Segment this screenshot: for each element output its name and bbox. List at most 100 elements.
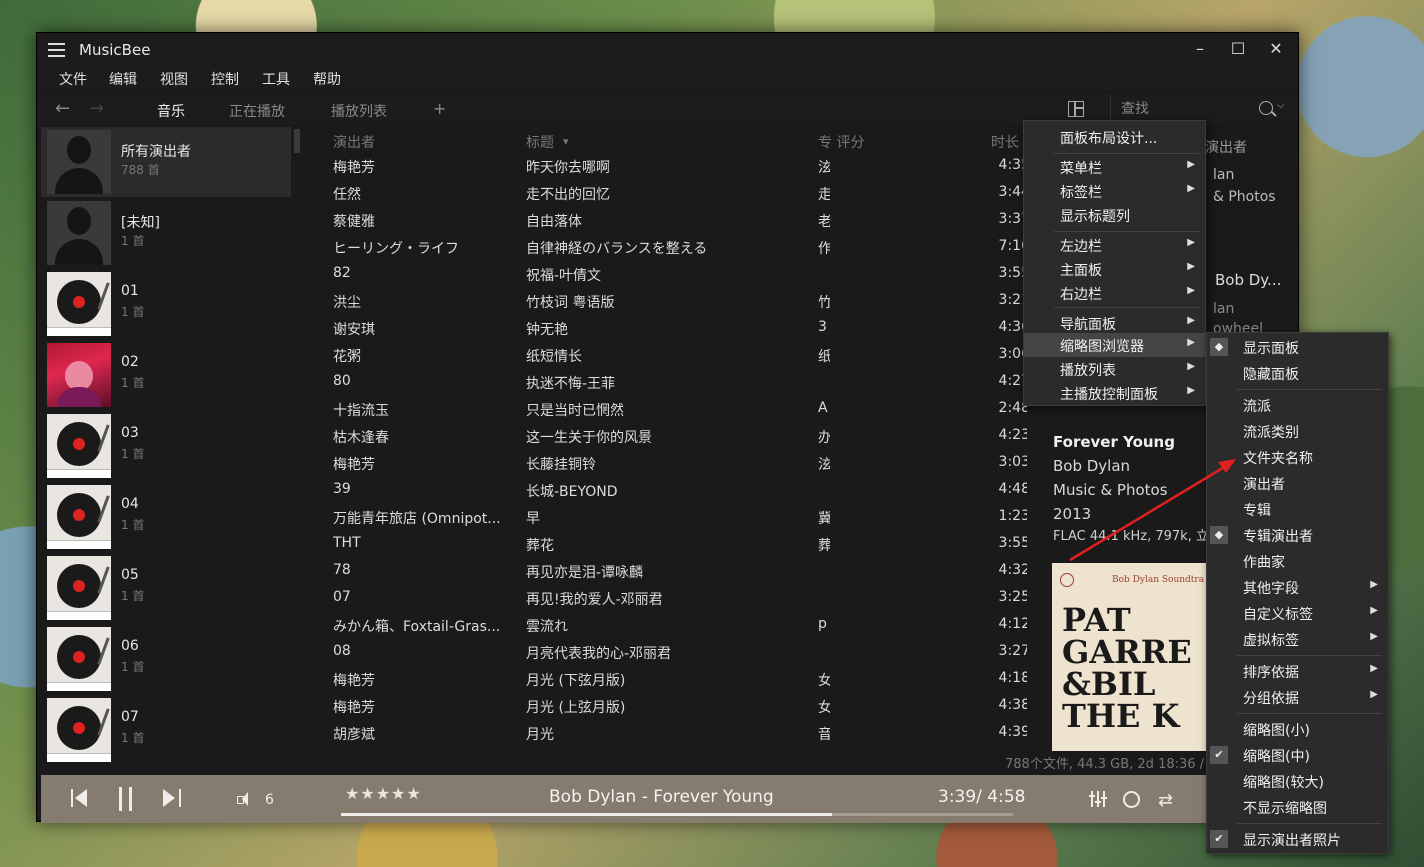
- submenu-item[interactable]: 缩略图(较大): [1207, 769, 1388, 793]
- artist-list-item[interactable]: 所有演出者 788 首: [41, 127, 291, 197]
- pause-icon[interactable]: [119, 787, 133, 811]
- submenu-item[interactable]: ✔ 缩略图(中): [1207, 743, 1388, 767]
- table-row[interactable]: 08 月亮代表我的心-邓丽君 3:27: [327, 639, 1027, 666]
- artist-list-item[interactable]: 07 1 首: [41, 695, 291, 765]
- maximize-button[interactable]: ☐: [1225, 37, 1251, 61]
- context-menu-item[interactable]: 左边栏 ▶: [1024, 233, 1205, 257]
- cell-title: 月光 (下弦月版): [526, 673, 626, 689]
- forward-arrow-icon[interactable]: →: [89, 98, 104, 119]
- table-row[interactable]: 洪尘 竹枝词 粤语版 竹 3:21: [327, 288, 1027, 315]
- table-row[interactable]: 枯木逢春 这一生关于你的风景 办 4:23: [327, 423, 1027, 450]
- artist-list-item[interactable]: 06 1 首: [41, 624, 291, 694]
- submenu-item[interactable]: 不显示缩略图: [1207, 795, 1388, 819]
- cell-artist: 洪尘: [333, 295, 361, 311]
- chevron-down-icon[interactable]: ⌵: [1277, 100, 1285, 111]
- menu-tools[interactable]: 工具: [262, 69, 290, 89]
- context-menu-item[interactable]: 缩略图浏览器 ▶: [1024, 333, 1205, 357]
- tab-music[interactable]: 音乐: [157, 101, 185, 121]
- table-row[interactable]: 任然 走不出的回忆 走 3:44: [327, 180, 1027, 207]
- table-row[interactable]: 07 再见!我的爱人-邓丽君 3:25: [327, 585, 1027, 612]
- table-row[interactable]: 梅艳芳 月光 (下弦月版) 女 4:18: [327, 666, 1027, 693]
- repeat-icon[interactable]: ⇄: [1158, 790, 1173, 811]
- tab-playlists[interactable]: 播放列表: [331, 101, 387, 121]
- submenu-item[interactable]: ◆ 显示面板: [1207, 335, 1388, 359]
- back-arrow-icon[interactable]: ←: [55, 98, 70, 119]
- column-rating[interactable]: 专 评分: [818, 132, 864, 152]
- context-menu-item[interactable]: 主播放控制面板 ▶: [1024, 381, 1205, 405]
- table-row[interactable]: 十指流玉 只是当时已惘然 A 2:48: [327, 396, 1027, 423]
- artist-list-item[interactable]: 05 1 首: [41, 553, 291, 623]
- submenu-item[interactable]: 专辑: [1207, 497, 1388, 521]
- submenu-item[interactable]: ✔ 显示演出者照片: [1207, 827, 1388, 851]
- menu-edit[interactable]: 编辑: [109, 69, 137, 89]
- artist-list-item[interactable]: 02 1 首: [41, 340, 291, 410]
- artist-list-item[interactable]: 03 1 首: [41, 411, 291, 481]
- table-row[interactable]: 谢安琪 钟无艳 3 4:36: [327, 315, 1027, 342]
- previous-track-icon[interactable]: [71, 789, 89, 809]
- menu-control[interactable]: 控制: [211, 69, 239, 89]
- table-row[interactable]: 梅艳芳 长藤挂铜铃 泫 3:03: [327, 450, 1027, 477]
- menu-view[interactable]: 视图: [160, 69, 188, 89]
- submenu-item[interactable]: 文件夹名称: [1207, 445, 1388, 469]
- submenu-item[interactable]: 排序依据 ▶: [1207, 659, 1388, 683]
- table-row[interactable]: 80 执迷不悔-王菲 4:27: [327, 369, 1027, 396]
- menu-item-label: 左边栏: [1060, 239, 1102, 255]
- search-icon[interactable]: [1259, 101, 1273, 115]
- submenu-item[interactable]: 流派类别: [1207, 419, 1388, 443]
- table-row[interactable]: 万能青年旅店 (Omnipot... 早 冀 1:23: [327, 504, 1027, 531]
- table-row[interactable]: 39 长城-BEYOND 4:48: [327, 477, 1027, 504]
- artist-list-item[interactable]: 01 1 首: [41, 269, 291, 339]
- submenu-item[interactable]: 自定义标签 ▶: [1207, 601, 1388, 625]
- table-row[interactable]: 梅艳芳 月光 (上弦月版) 女 4:38: [327, 693, 1027, 720]
- tab-now-playing[interactable]: 正在播放: [229, 101, 285, 121]
- artist-panel-scrollbar[interactable]: [294, 129, 300, 153]
- submenu-item[interactable]: 作曲家: [1207, 549, 1388, 573]
- minimize-button[interactable]: –: [1187, 37, 1213, 61]
- table-row[interactable]: 胡彦斌 月光 音 4:39: [327, 720, 1027, 747]
- table-row[interactable]: みかん箱、Foxtail-Gras... 雲流れ p 4:12: [327, 612, 1027, 639]
- submenu-item[interactable]: 分组依据 ▶: [1207, 685, 1388, 709]
- context-menu-item[interactable]: 播放列表 ▶: [1024, 357, 1205, 381]
- add-tab-button[interactable]: +: [433, 99, 446, 118]
- artist-list-item[interactable]: 04 1 首: [41, 482, 291, 552]
- progress-bar[interactable]: [341, 813, 1013, 816]
- column-title[interactable]: 标题: [526, 132, 554, 152]
- submenu-item[interactable]: 缩略图(小): [1207, 717, 1388, 741]
- rating-stars[interactable]: ★★★★★: [345, 784, 422, 803]
- table-row[interactable]: 花粥 纸短情长 纸 3:06: [327, 342, 1027, 369]
- next-track-icon[interactable]: [163, 789, 181, 809]
- table-row[interactable]: ヒーリング・ライフ 自律神経のバランスを整える 作 7:10: [327, 234, 1027, 261]
- artist-track-count: 1 首: [121, 447, 145, 461]
- column-artist[interactable]: 演出者: [333, 132, 375, 152]
- context-menu-item[interactable]: 菜单栏 ▶: [1024, 155, 1205, 179]
- context-menu-item[interactable]: 右边栏 ▶: [1024, 281, 1205, 305]
- table-row[interactable]: 蔡健雅 自由落体 老 3:37: [327, 207, 1027, 234]
- panel-layout-icon[interactable]: [1068, 101, 1084, 117]
- context-menu-item[interactable]: 显示标题列: [1024, 203, 1205, 227]
- submenu-item[interactable]: ◆ 专辑演出者: [1207, 523, 1388, 547]
- table-row[interactable]: 梅艳芳 昨天你去哪啊 泫 4:35: [327, 153, 1027, 180]
- submenu-item[interactable]: 演出者: [1207, 471, 1388, 495]
- table-row[interactable]: 82 祝福-叶倩文 3:55: [327, 261, 1027, 288]
- autodj-icon[interactable]: [1123, 791, 1140, 808]
- table-row[interactable]: THT 葬花 葬 3:55: [327, 531, 1027, 558]
- menu-help[interactable]: 帮助: [313, 69, 341, 89]
- equalizer-icon[interactable]: [1089, 791, 1107, 807]
- submenu-item[interactable]: 虚拟标签 ▶: [1207, 627, 1388, 651]
- submenu-item[interactable]: 隐藏面板: [1207, 361, 1388, 385]
- context-menu-item[interactable]: 导航面板 ▶: [1024, 311, 1205, 335]
- table-row[interactable]: 78 再见亦是泪-谭咏麟 4:32: [327, 558, 1027, 585]
- hamburger-menu-icon[interactable]: [48, 43, 65, 57]
- context-menu-item[interactable]: 主面板 ▶: [1024, 257, 1205, 281]
- artist-list-item[interactable]: [未知] 1 首: [41, 198, 291, 268]
- close-button[interactable]: ✕: [1263, 37, 1289, 61]
- submenu-item[interactable]: 其他字段 ▶: [1207, 575, 1388, 599]
- column-duration[interactable]: 时长: [991, 132, 1019, 152]
- context-menu-item[interactable]: 标签栏 ▶: [1024, 179, 1205, 203]
- volume-icon[interactable]: [237, 792, 253, 806]
- checkmark-icon: ✔: [1210, 746, 1228, 764]
- context-menu-item[interactable]: 面板布局设计...: [1024, 125, 1205, 149]
- menu-file[interactable]: 文件: [59, 69, 87, 89]
- submenu-item[interactable]: 流派: [1207, 393, 1388, 417]
- search-input[interactable]: [1121, 101, 1241, 117]
